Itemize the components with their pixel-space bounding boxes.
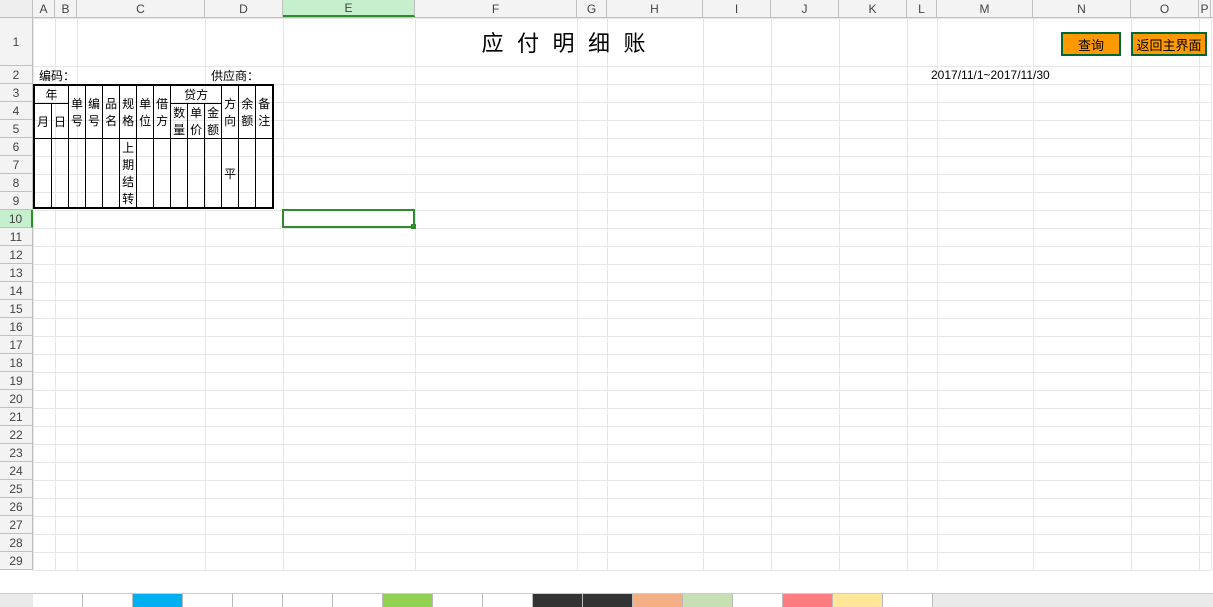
col-head-L[interactable]: L	[907, 0, 937, 17]
sheet-tab-1[interactable]	[83, 594, 133, 607]
th-name: 品名	[103, 86, 120, 139]
th-credit: 贷方	[171, 86, 222, 104]
sheet-tab-13[interactable]	[683, 594, 733, 607]
sheet-title: 应 付 明 细 账	[33, 18, 1098, 66]
col-head-O[interactable]: O	[1131, 0, 1199, 17]
col-head-G[interactable]: G	[577, 0, 607, 17]
th-dir: 方向	[222, 86, 239, 139]
col-head-F[interactable]: F	[415, 0, 577, 17]
sheet-tab-2[interactable]	[133, 594, 183, 607]
col-head-J[interactable]: J	[771, 0, 839, 17]
row-head-13[interactable]: 13	[0, 264, 33, 282]
row-head-15[interactable]: 15	[0, 300, 33, 318]
col-head-B[interactable]: B	[55, 0, 77, 17]
sheet-tab-7[interactable]	[383, 594, 433, 607]
row-head-5[interactable]: 5	[0, 120, 33, 138]
sheet-tab-16[interactable]	[833, 594, 883, 607]
table-row[interactable]: 上期结转 平	[35, 139, 273, 208]
row-head-27[interactable]: 27	[0, 516, 33, 534]
col-head-D[interactable]: D	[205, 0, 283, 17]
return-main-button[interactable]: 返回主界面	[1131, 32, 1207, 56]
query-button[interactable]: 查询	[1061, 32, 1121, 56]
th-order-no: 单号	[69, 86, 86, 139]
sheet-tab-9[interactable]	[483, 594, 533, 607]
col-head-M[interactable]: M	[937, 0, 1033, 17]
row-head-28[interactable]: 28	[0, 534, 33, 552]
row-head-3[interactable]: 3	[0, 84, 33, 102]
sheet-tab-11[interactable]	[583, 594, 633, 607]
row-head-8[interactable]: 8	[0, 174, 33, 192]
th-year: 年	[35, 86, 69, 104]
row-head-14[interactable]: 14	[0, 282, 33, 300]
row-head-22[interactable]: 22	[0, 426, 33, 444]
row-head-4[interactable]: 4	[0, 102, 33, 120]
row-head-29[interactable]: 29	[0, 552, 33, 570]
sheet-tabs-bar[interactable]	[0, 593, 1213, 607]
th-unit: 单位	[137, 86, 154, 139]
sheet-tab-10[interactable]	[533, 594, 583, 607]
row-head-11[interactable]: 11	[0, 228, 33, 246]
sheet-tab-8[interactable]	[433, 594, 483, 607]
col-head-P[interactable]: P	[1199, 0, 1211, 17]
th-qty: 数量	[171, 104, 188, 139]
row-head-12[interactable]: 12	[0, 246, 33, 264]
select-all-corner[interactable]	[0, 0, 33, 17]
row-head-9[interactable]: 9	[0, 192, 33, 210]
th-remark: 备注	[256, 86, 273, 139]
th-code: 编号	[86, 86, 103, 139]
sheet-tab-4[interactable]	[233, 594, 283, 607]
code-label: 编码：	[39, 66, 119, 84]
th-month: 月	[35, 104, 52, 139]
cell-dir: 平	[222, 139, 239, 208]
row-head-16[interactable]: 16	[0, 318, 33, 336]
row-head-23[interactable]: 23	[0, 444, 33, 462]
row-head-26[interactable]: 26	[0, 498, 33, 516]
th-debit: 借方	[154, 86, 171, 139]
row-head-20[interactable]: 20	[0, 390, 33, 408]
sheet-tab-5[interactable]	[283, 594, 333, 607]
col-head-I[interactable]: I	[703, 0, 771, 17]
sheet-tab-6[interactable]	[333, 594, 383, 607]
row-head-7[interactable]: 7	[0, 156, 33, 174]
row-head-24[interactable]: 24	[0, 462, 33, 480]
row-head-21[interactable]: 21	[0, 408, 33, 426]
sheet-tab-17[interactable]	[883, 594, 933, 607]
row-head-17[interactable]: 17	[0, 336, 33, 354]
row-head-25[interactable]: 25	[0, 480, 33, 498]
col-head-H[interactable]: H	[607, 0, 703, 17]
th-spec: 规格	[120, 86, 137, 139]
sheet-tab-3[interactable]	[183, 594, 233, 607]
cell-prev-carry: 上期结转	[120, 139, 137, 208]
supplier-label: 供应商：	[211, 66, 291, 84]
row-head-10[interactable]: 10	[0, 210, 33, 228]
th-amount: 金额	[205, 104, 222, 139]
th-day: 日	[52, 104, 69, 139]
sheet-tab-12[interactable]	[633, 594, 683, 607]
row-head-18[interactable]: 18	[0, 354, 33, 372]
row-head-1[interactable]: 1	[0, 18, 33, 66]
col-head-E[interactable]: E	[283, 0, 415, 17]
th-balance: 余额	[239, 86, 256, 139]
row-head-6[interactable]: 6	[0, 138, 33, 156]
col-head-K[interactable]: K	[839, 0, 907, 17]
col-head-N[interactable]: N	[1033, 0, 1131, 17]
sheet-tab-0[interactable]	[33, 594, 83, 607]
row-head-19[interactable]: 19	[0, 372, 33, 390]
th-price: 单价	[188, 104, 205, 139]
col-head-C[interactable]: C	[77, 0, 205, 17]
row-head-2[interactable]: 2	[0, 66, 33, 84]
col-head-A[interactable]: A	[33, 0, 55, 17]
sheet-tab-15[interactable]	[783, 594, 833, 607]
sheet-tab-14[interactable]	[733, 594, 783, 607]
